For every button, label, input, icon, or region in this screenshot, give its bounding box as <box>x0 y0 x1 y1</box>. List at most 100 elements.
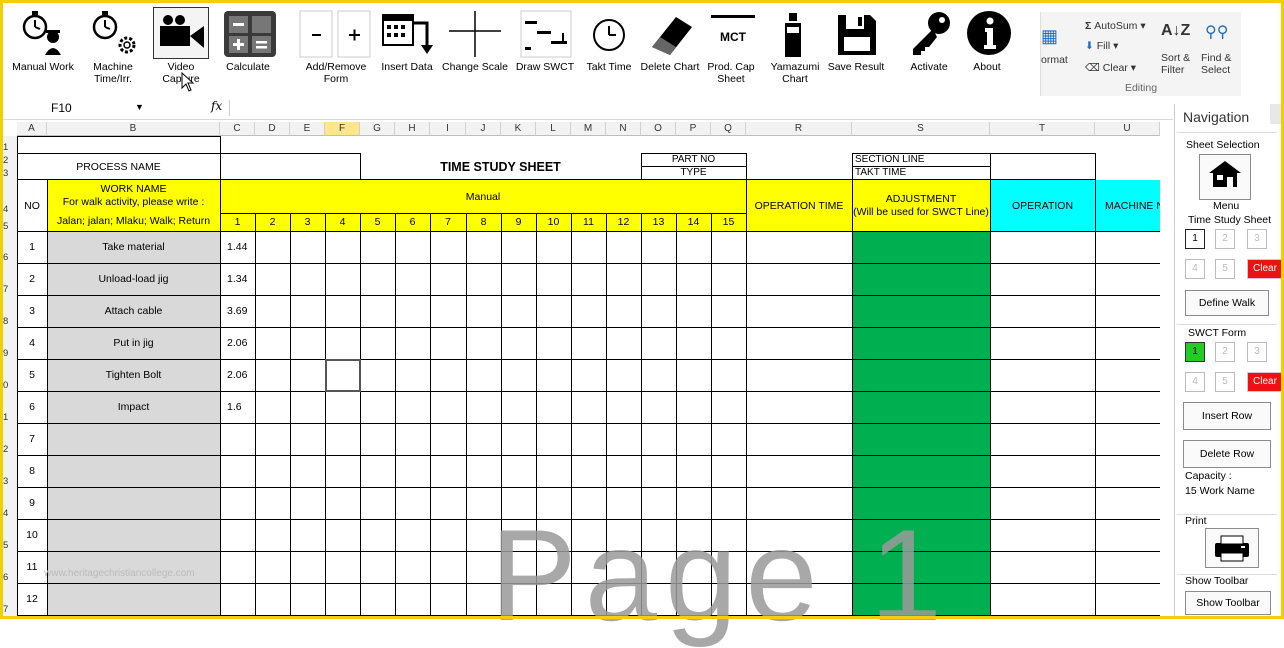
row-number[interactable]: 4 <box>3 508 16 519</box>
row-number[interactable]: 3 <box>3 168 16 179</box>
swct-4-button[interactable]: 4 <box>1185 372 1205 392</box>
menu-button[interactable] <box>1199 154 1251 200</box>
cycle-number-header[interactable]: 14 <box>676 213 711 231</box>
tss-5-button[interactable]: 5 <box>1215 259 1235 279</box>
tss-4-button[interactable]: 4 <box>1185 259 1205 279</box>
sort-filter-button[interactable]: Sort & Filter <box>1161 52 1190 76</box>
operation-time-header[interactable]: OPERATION TIME <box>746 180 852 231</box>
column-header-k[interactable]: K <box>501 122 536 136</box>
column-header-m[interactable]: M <box>571 122 606 136</box>
tss-2-button[interactable]: 2 <box>1215 229 1235 249</box>
column-header-o[interactable]: O <box>641 122 676 136</box>
delete-chart-button[interactable]: Delete Chart <box>637 7 703 73</box>
cycle-number-header[interactable]: 3 <box>290 213 325 231</box>
row-number[interactable]: 0 <box>3 380 16 391</box>
column-header-s[interactable]: S <box>852 122 990 136</box>
cycle-number-header[interactable]: 8 <box>466 213 501 231</box>
activate-button[interactable]: Activate <box>903 7 955 73</box>
cycle-1-value[interactable] <box>220 487 255 519</box>
tss-clear-button[interactable]: Clear <box>1247 259 1283 279</box>
part-no-label[interactable]: PART NO <box>641 153 746 166</box>
work-name-cell[interactable]: Impact <box>47 391 220 423</box>
cycle-1-value[interactable] <box>220 519 255 551</box>
adjustment-cell[interactable] <box>852 391 990 423</box>
work-name-cell[interactable]: Tighten Bolt <box>47 359 220 391</box>
row-number[interactable]: 9 <box>3 348 16 359</box>
about-button[interactable]: About <box>961 7 1013 73</box>
cycle-number-header[interactable]: 6 <box>395 213 430 231</box>
cycle-1-value[interactable] <box>220 551 255 583</box>
save-result-button[interactable]: Save Result <box>825 7 887 73</box>
operation-header[interactable]: OPERATION <box>990 180 1095 231</box>
cycle-1-value[interactable]: 2.06 <box>220 359 255 391</box>
row-no[interactable]: 7 <box>17 423 47 455</box>
row-number[interactable]: 6 <box>3 572 16 583</box>
column-header-n[interactable]: N <box>606 122 641 136</box>
tss-3-button[interactable]: 3 <box>1247 229 1267 249</box>
calculate-button[interactable]: Calculate <box>218 7 278 73</box>
work-name-cell[interactable]: Unload-load jig <box>47 263 220 295</box>
row-number[interactable]: 1 <box>3 412 16 423</box>
selected-cell[interactable] <box>325 359 361 392</box>
find-select-button[interactable]: Find & Select <box>1201 52 1231 76</box>
cycle-1-value[interactable] <box>220 423 255 455</box>
cycle-number-header[interactable]: 13 <box>641 213 676 231</box>
format-label[interactable]: ormat <box>1041 54 1068 66</box>
column-header-d[interactable]: D <box>255 122 290 136</box>
autosum-button[interactable]: Σ AutoSum ▾ <box>1085 20 1146 32</box>
clear-button[interactable]: ⌫ Clear ▾ <box>1085 62 1136 74</box>
swct-clear-button[interactable]: Clear <box>1247 372 1283 392</box>
column-header-g[interactable]: G <box>360 122 395 136</box>
row-no[interactable]: 1 <box>17 231 47 263</box>
nav-scrollbar[interactable] <box>1270 104 1281 124</box>
section-line-label[interactable]: SECTION LINE <box>852 153 990 166</box>
column-header-h[interactable]: H <box>395 122 430 136</box>
adjustment-cell[interactable] <box>852 359 990 391</box>
insert-row-button[interactable]: Insert Row <box>1183 402 1271 430</box>
adjustment-cell[interactable] <box>852 295 990 327</box>
column-header-q[interactable]: Q <box>711 122 746 136</box>
column-header-t[interactable]: T <box>990 122 1095 136</box>
work-name-cell[interactable] <box>47 487 220 519</box>
adjustment-cell[interactable] <box>852 423 990 455</box>
work-name-cell[interactable] <box>47 519 220 551</box>
insert-data-button[interactable]: Insert Data <box>376 7 438 73</box>
adjustment-header[interactable]: ADJUSTMENT (Will be used for SWCT Line) <box>852 180 990 231</box>
work-name-cell[interactable]: Attach cable <box>47 295 220 327</box>
row-no[interactable]: 10 <box>17 519 47 551</box>
work-name-cell[interactable] <box>47 455 220 487</box>
cycle-number-header[interactable]: 11 <box>571 213 606 231</box>
cycle-number-header[interactable]: 5 <box>360 213 395 231</box>
no-header[interactable]: NO <box>17 180 47 231</box>
cycle-number-header[interactable]: 1 <box>220 213 255 231</box>
column-header-i[interactable]: I <box>430 122 466 136</box>
work-name-cell[interactable] <box>47 423 220 455</box>
row-number[interactable]: 5 <box>3 540 16 551</box>
swct-2-button[interactable]: 2 <box>1215 342 1235 362</box>
print-button[interactable] <box>1205 528 1259 568</box>
work-name-cell[interactable] <box>47 583 220 615</box>
column-header-p[interactable]: P <box>676 122 711 136</box>
row-no[interactable]: 12 <box>17 583 47 615</box>
machine-header[interactable]: MACHINE N <box>1095 180 1160 231</box>
cycle-number-header[interactable]: 7 <box>430 213 466 231</box>
takt-time-label[interactable]: TAKT TIME <box>852 166 990 179</box>
manual-header[interactable]: Manual <box>220 180 746 213</box>
row-number[interactable]: 5 <box>3 221 16 232</box>
row-no[interactable]: 3 <box>17 295 47 327</box>
swct-3-button[interactable]: 3 <box>1247 342 1267 362</box>
cycle-1-value[interactable] <box>220 583 255 615</box>
takt-time-button[interactable]: Takt Time <box>581 7 637 73</box>
name-box[interactable]: F10 <box>51 101 72 115</box>
cycle-1-value[interactable] <box>220 455 255 487</box>
row-number[interactable]: 8 <box>3 316 16 327</box>
work-name-header[interactable]: WORK NAME For walk activity, please write… <box>47 180 220 231</box>
cycle-number-header[interactable]: 4 <box>325 213 360 231</box>
draw-swct-button[interactable]: Draw SWCT <box>513 7 577 73</box>
row-no[interactable]: 8 <box>17 455 47 487</box>
cycle-number-header[interactable]: 10 <box>536 213 571 231</box>
manual-work-button[interactable]: Manual Work <box>11 7 75 73</box>
cycle-1-value[interactable]: 2.06 <box>220 327 255 359</box>
cycle-number-header[interactable]: 9 <box>501 213 536 231</box>
cycle-number-header[interactable]: 2 <box>255 213 290 231</box>
